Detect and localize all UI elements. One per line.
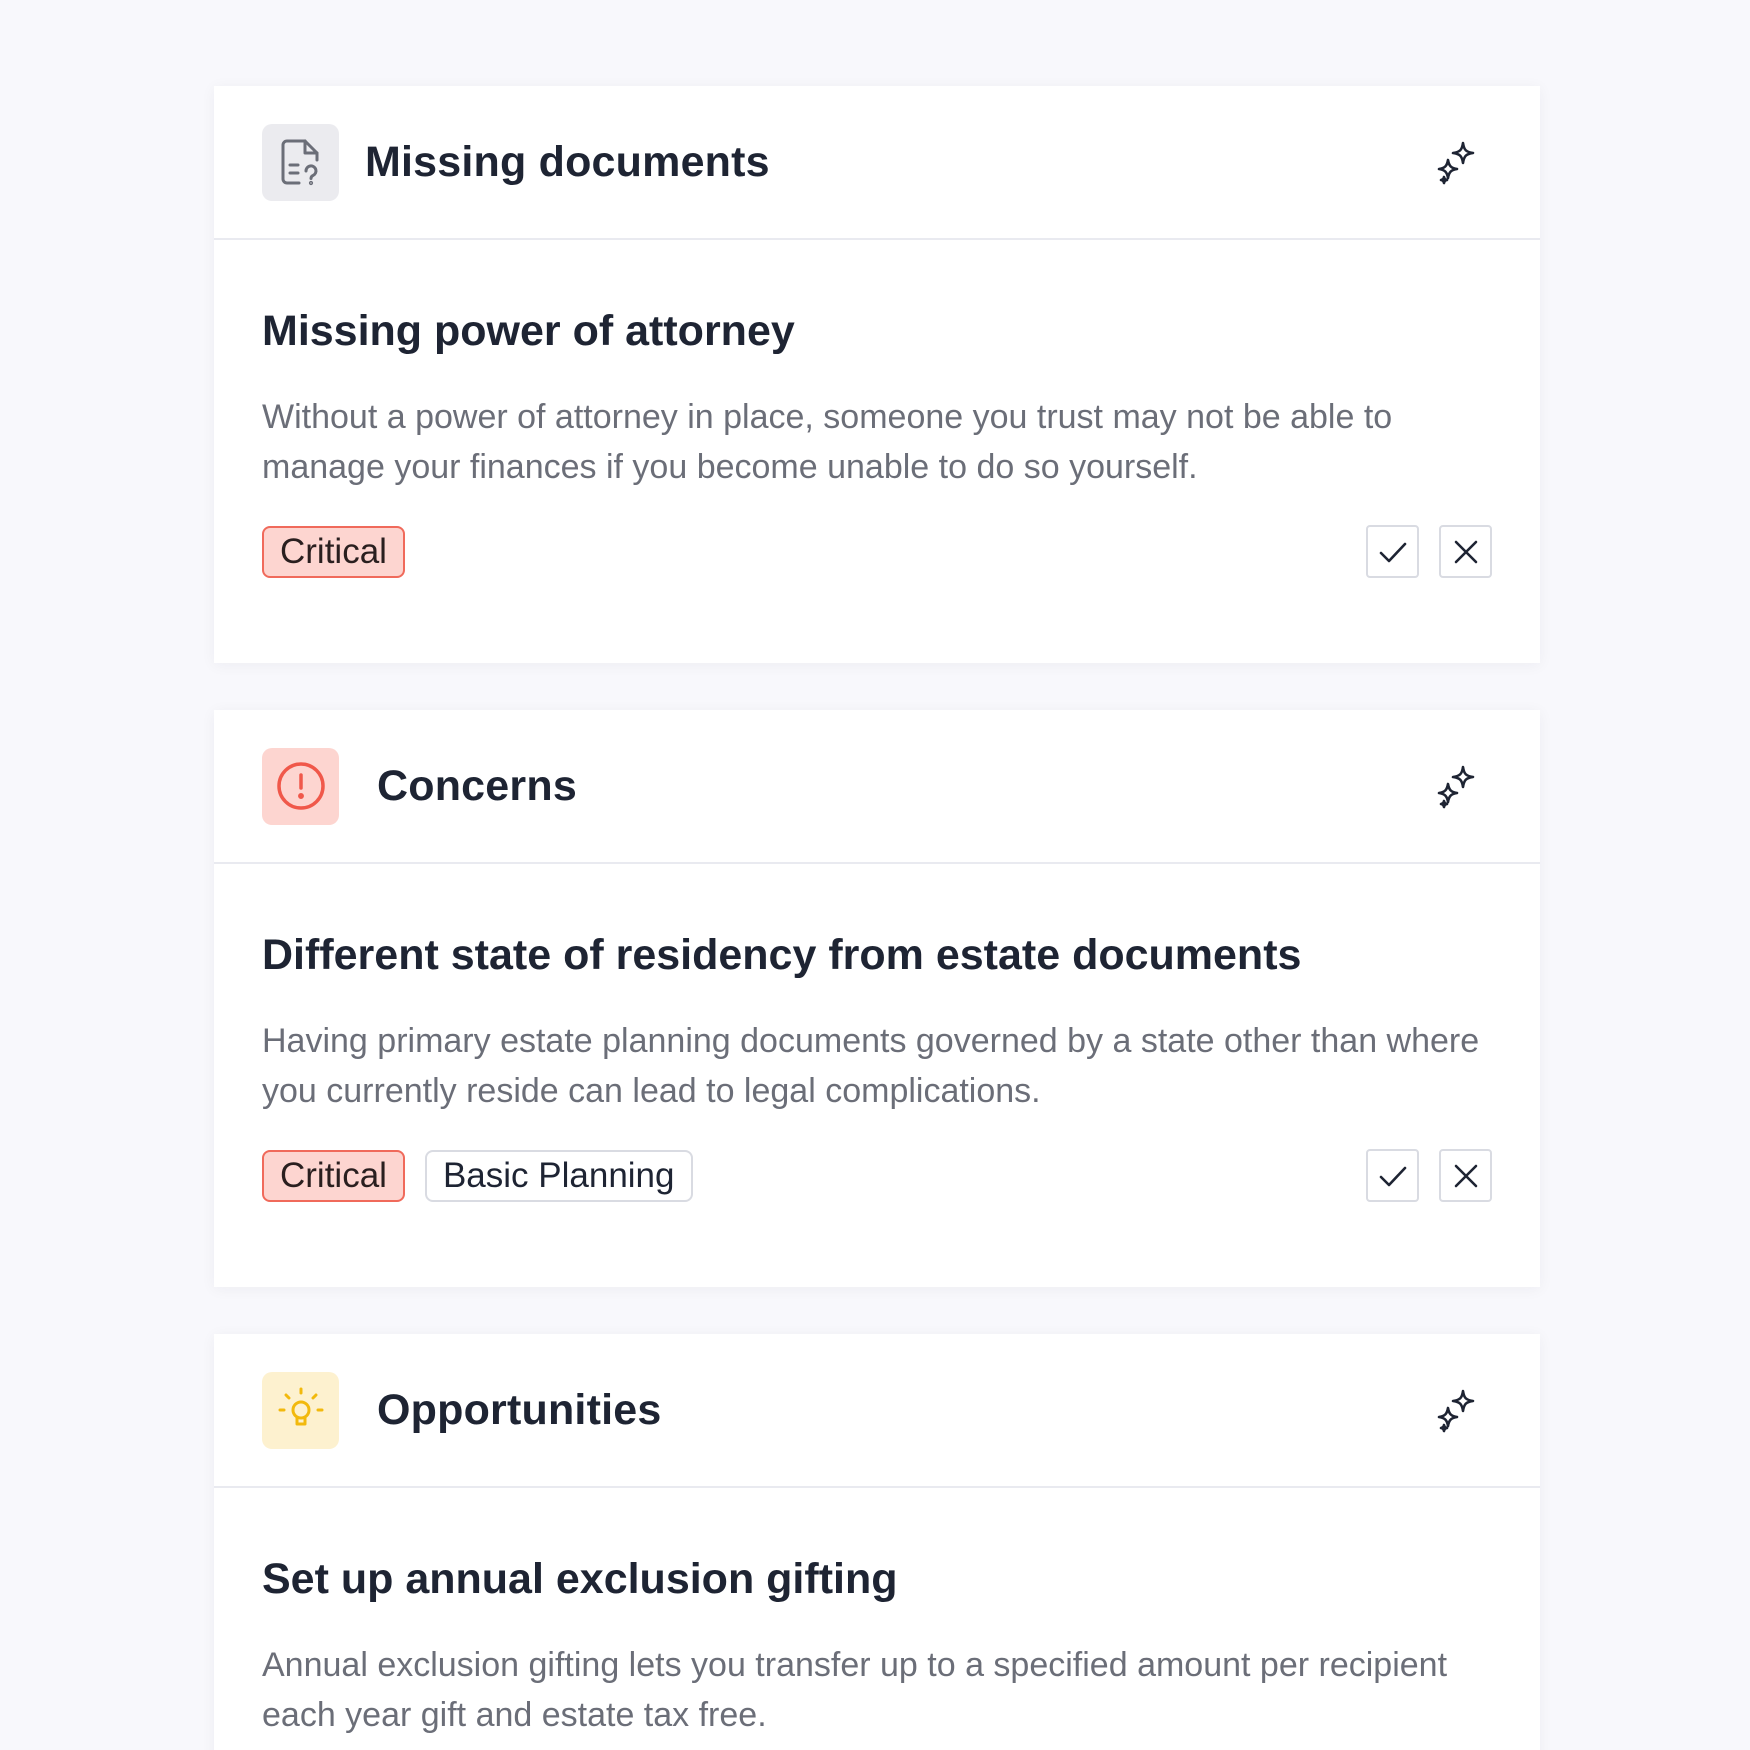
sparkle-icon[interactable]	[1430, 1382, 1486, 1438]
lightbulb-icon	[262, 1371, 339, 1449]
accept-button[interactable]	[1366, 525, 1419, 579]
sparkle-icon[interactable]	[1430, 134, 1486, 190]
concerns-card: Concerns Different state of residency fr…	[214, 710, 1540, 1287]
recommendations-page: Missing documents Missing power of attor…	[0, 0, 1750, 1750]
dismiss-button[interactable]	[1439, 1149, 1492, 1203]
item-description: Annual exclusion gifting lets you transf…	[262, 1645, 1448, 1734]
accept-button[interactable]	[1366, 1149, 1419, 1203]
card-body: Missing power of attorney Without a powe…	[214, 240, 1540, 580]
item-footer: Critical	[262, 524, 1492, 580]
card-header: Opportunities	[214, 1334, 1540, 1488]
item-actions	[1366, 1149, 1492, 1203]
card-body: Set up annual exclusion gifting Annual e…	[214, 1488, 1540, 1740]
item-title: Missing power of attorney	[262, 307, 795, 355]
basic-planning-tag: Basic Planning	[424, 1149, 693, 1202]
item-title: Set up annual exclusion gifting	[262, 1555, 898, 1603]
item-description: Without a power of attorney in place, so…	[262, 397, 1393, 486]
missing-documents-card: Missing documents Missing power of attor…	[214, 86, 1540, 663]
section-title: Concerns	[377, 761, 577, 810]
critical-tag: Critical	[262, 1149, 405, 1202]
sparkle-icon[interactable]	[1430, 758, 1486, 814]
item-title: Different state of residency from estate…	[262, 931, 1302, 979]
card-body: Different state of residency from estate…	[214, 864, 1540, 1204]
section-title: Missing documents	[365, 137, 770, 186]
card-header: Concerns	[214, 710, 1540, 864]
check-icon	[1379, 1166, 1406, 1186]
check-icon	[1379, 542, 1406, 562]
document-question-icon	[262, 123, 339, 201]
item-footer: Critical Basic Planning	[262, 1148, 1492, 1204]
section-title: Opportunities	[377, 1385, 662, 1434]
close-icon	[1454, 540, 1477, 563]
alert-circle-icon	[262, 747, 339, 825]
close-icon	[1454, 1164, 1477, 1187]
opportunities-card: Opportunities Set up annual exclusion gi…	[214, 1334, 1540, 1750]
critical-tag: Critical	[262, 525, 405, 578]
card-header: Missing documents	[214, 86, 1540, 240]
dismiss-button[interactable]	[1439, 525, 1492, 579]
item-description: Having primary estate planning documents…	[262, 1021, 1480, 1110]
item-actions	[1366, 525, 1492, 579]
